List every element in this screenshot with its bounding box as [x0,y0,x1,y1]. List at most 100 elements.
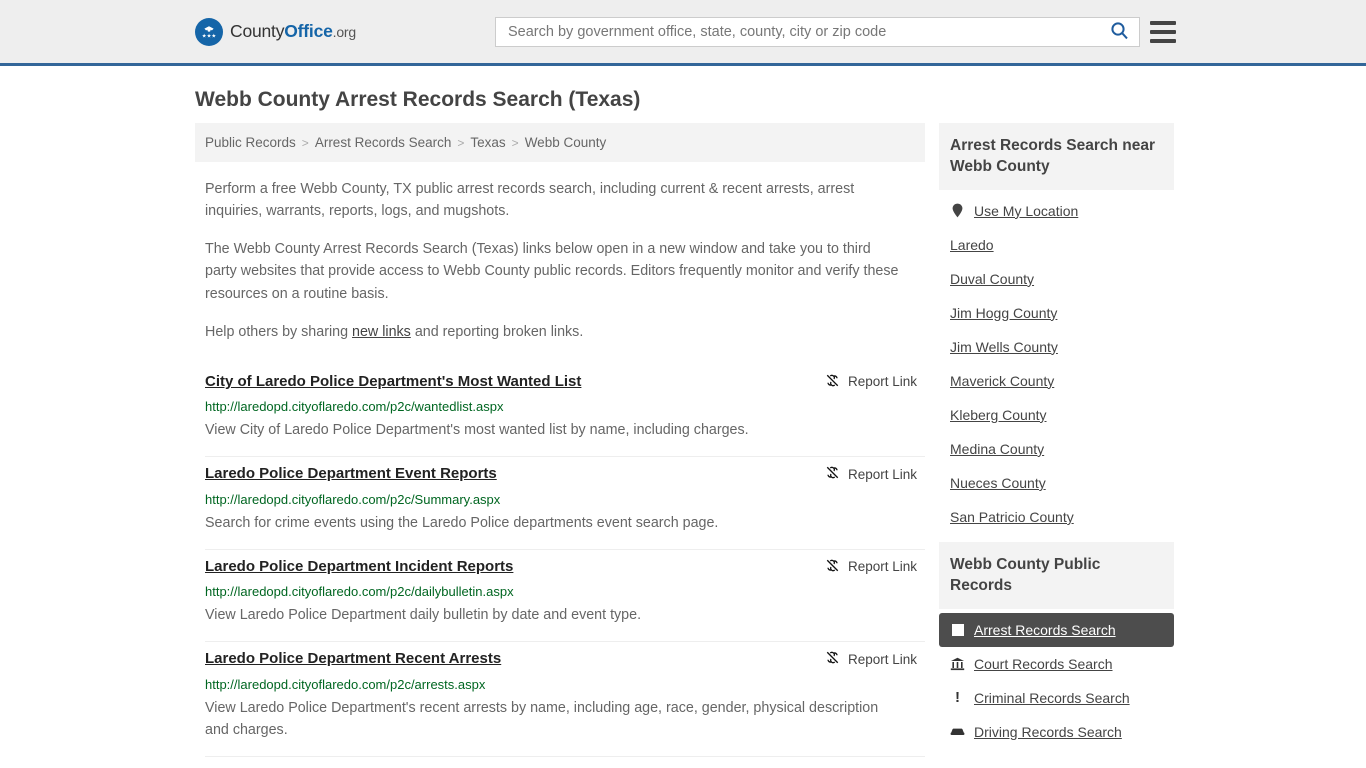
result-title-link[interactable]: Laredo Police Department Incident Report… [205,556,513,579]
broken-link-icon [825,465,840,483]
search-icon [1110,21,1129,43]
sidebar-item-maverick-county[interactable]: Maverick County [939,364,1174,398]
site-logo[interactable]: ★★★ CountyOffice.org [195,17,356,46]
result-description: Search for crime events using the Laredo… [205,514,719,531]
menu-bar-1 [1150,20,1176,25]
logo-text-org: .org [332,24,357,40]
logo-text-county: County [230,21,285,41]
report-link-button[interactable]: Report Link [825,556,917,576]
result-title-link[interactable]: Laredo Police Department Recent Arrests [205,648,501,671]
breadcrumb-separator: > [457,135,465,150]
sidebar-item-laredo[interactable]: Laredo [939,228,1174,262]
intro-paragraph-1: Perform a free Webb County, TX public ar… [205,181,855,220]
breadcrumb-item-texas[interactable]: Texas [470,135,505,150]
sidebar-item-medina-county[interactable]: Medina County [939,432,1174,466]
sidebar-item-label: Maverick County [950,372,1055,389]
result-description: View Laredo Police Department's recent a… [205,699,879,739]
report-link-button[interactable]: Report Link [825,371,917,391]
sidebar-item-label: Kleberg County [950,406,1047,423]
broken-link-icon [825,373,840,391]
intro-paragraph-3-after: and reporting broken links. [410,323,584,340]
sidebar-item-jim-wells-county[interactable]: Jim Wells County [939,330,1174,364]
nearby-searches-list: Use My Location Laredo Duval County Jim … [939,190,1174,534]
result-list: City of Laredo Police Department's Most … [195,365,925,758]
page-title: Webb County Arrest Records Search (Texas… [195,88,641,111]
hamburger-menu-icon[interactable] [1150,20,1176,43]
sidebar-item-nueces-county[interactable]: Nueces County [939,466,1174,500]
broken-link-icon [825,558,840,576]
main-content: Public Records > Arrest Records Search >… [195,123,925,768]
sidebar-item-criminal-records-search[interactable]: ! Criminal Records Search [939,681,1174,715]
result-url[interactable]: http://laredopd.cityoflaredo.com/p2c/Sum… [205,492,925,507]
public-records-box: Webb County Public Records Arrest Record… [939,541,1174,749]
result-url[interactable]: http://laredopd.cityoflaredo.com/p2c/arr… [205,677,925,692]
sidebar-item-use-my-location[interactable]: Use My Location [939,194,1174,228]
site-header: ★★★ CountyOffice.org [0,0,1366,66]
logo-text: CountyOffice.org [230,21,356,42]
content-columns: Public Records > Arrest Records Search >… [0,123,1366,768]
logo-text-office: Office [284,21,333,41]
report-link-label: Report Link [847,466,917,482]
sidebar-item-court-records-search[interactable]: Court Records Search [939,647,1174,681]
intro-text: Perform a free Webb County, TX public ar… [195,178,925,343]
sidebar-item-kleberg-county[interactable]: Kleberg County [939,398,1174,432]
report-link-label: Report Link [847,651,917,667]
result-description: View City of Laredo Police Department's … [205,422,749,439]
result-title-link[interactable]: City of Laredo Police Department's Most … [205,371,581,394]
breadcrumb-separator: > [511,135,519,150]
menu-bar-2 [1150,29,1176,34]
sidebar-item-label: Duval County [950,270,1035,287]
sidebar-item-duval-county[interactable]: Duval County [939,262,1174,296]
svg-text:★★★: ★★★ [202,33,217,39]
search-input[interactable] [506,17,1108,46]
sidebar-item-driving-records-search[interactable]: Driving Records Search [939,715,1174,749]
sidebar-item-arrest-records-search[interactable]: Arrest Records Search [939,612,1174,647]
map-pin-icon [950,203,965,218]
exclamation-icon: ! [955,689,960,706]
result-url[interactable]: http://laredopd.cityoflaredo.com/p2c/wan… [205,399,925,414]
result-item: Laredo Police Department Recent Arrests [205,642,925,758]
sidebar-item-label: Court Records Search [974,655,1113,672]
result-item: City of Laredo Police Department's Most … [205,365,925,458]
result-header: Laredo Police Department Event Reports R… [205,463,925,486]
sidebar-item-label: Arrest Records Search [974,621,1116,638]
search-bar[interactable] [495,16,1140,47]
sidebar-item-label: Driving Records Search [974,723,1122,740]
nearby-searches-heading: Arrest Records Search near Webb County [939,123,1174,190]
menu-bar-3 [1150,38,1176,43]
intro-paragraph-3-before: Help others by sharing [205,323,353,340]
square-icon [950,623,965,636]
sidebar-item-label: Laredo [950,236,994,253]
courthouse-icon [950,657,965,671]
result-url[interactable]: http://laredopd.cityoflaredo.com/p2c/dai… [205,584,925,599]
car-icon [950,726,965,737]
sidebar-item-label: San Patricio County [950,508,1074,525]
nearby-searches-box: Arrest Records Search near Webb County U… [939,123,1174,534]
breadcrumb-item-public-records[interactable]: Public Records [205,135,296,150]
result-description: View Laredo Police Department daily bull… [205,607,642,624]
breadcrumb-item-arrest-records-search[interactable]: Arrest Records Search [315,135,452,150]
new-links-link[interactable]: new links [352,324,411,340]
report-link-button[interactable]: Report Link [825,648,917,668]
breadcrumb-separator: > [301,135,309,150]
result-header: Laredo Police Department Recent Arrests [205,648,925,671]
sidebar: Arrest Records Search near Webb County U… [939,123,1174,768]
result-item: Laredo Police Department Event Reports R… [205,457,925,550]
result-header: Laredo Police Department Incident Report… [205,556,925,579]
public-records-heading: Webb County Public Records [939,541,1174,609]
sidebar-item-label: Nueces County [950,474,1046,491]
sidebar-item-jim-hogg-county[interactable]: Jim Hogg County [939,296,1174,330]
result-title-link[interactable]: Laredo Police Department Event Reports [205,463,497,486]
result-item: Laredo Police Department Incident Report… [205,550,925,643]
sidebar-item-label: Use My Location [974,202,1079,219]
search-button[interactable] [1108,21,1131,43]
intro-paragraph-3: Help others by sharing new links and rep… [205,321,905,343]
sidebar-item-label: Jim Hogg County [950,304,1058,321]
breadcrumb-item-webb-county[interactable]: Webb County [525,135,607,150]
eagle-seal-icon: ★★★ [195,17,223,46]
sidebar-item-san-patricio-county[interactable]: San Patricio County [939,500,1174,534]
broken-link-icon [825,650,840,668]
sidebar-item-label: Jim Wells County [950,338,1058,355]
report-link-button[interactable]: Report Link [825,463,917,483]
sidebar-item-label: Medina County [950,440,1045,457]
